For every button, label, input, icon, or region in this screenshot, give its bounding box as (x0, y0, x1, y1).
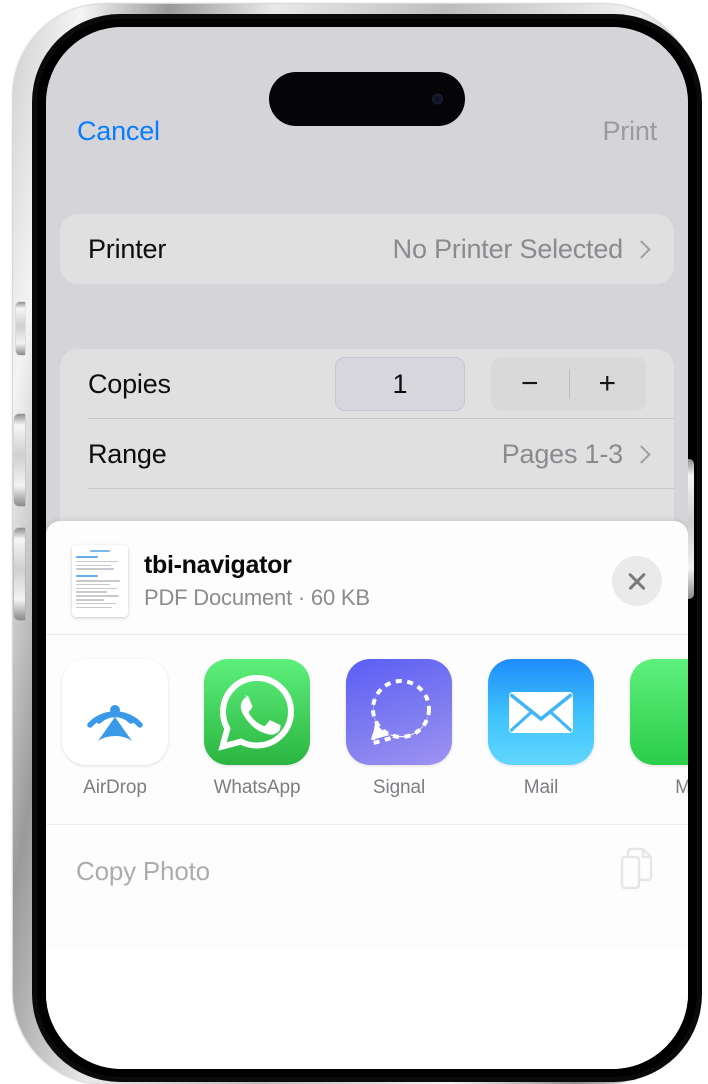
airdrop-icon (62, 659, 168, 765)
share-sheet: tbi-navigator PDF Document · 60 KB AirDr… (46, 521, 688, 1069)
share-target-label: Signal (372, 777, 426, 798)
mail-icon (488, 659, 594, 765)
share-target-signal[interactable]: Signal (346, 659, 452, 799)
copies-value-field[interactable]: 1 (335, 357, 465, 411)
close-icon (626, 570, 648, 592)
range-row-label: Range (88, 438, 167, 469)
chevron-right-icon (635, 240, 646, 259)
volume-up-button[interactable] (14, 414, 25, 506)
printer-row-right: No Printer Selected (393, 234, 646, 265)
phone-screen: Cancel Print Printer No Printer Selected (46, 27, 688, 1069)
copies-increment-button[interactable]: + (569, 357, 647, 411)
dynamic-island (269, 72, 465, 126)
printer-row-value: No Printer Selected (392, 233, 624, 264)
copies-controls: 1 − + (335, 357, 646, 411)
copies-row: Copies 1 − + (60, 349, 674, 419)
stepper-divider (568, 369, 570, 399)
share-apps-row[interactable]: AirDrop WhatsApp Signal Mail M (46, 635, 688, 825)
whatsapp-icon (204, 659, 310, 765)
share-target-label: AirDrop (83, 777, 147, 798)
share-sheet-header: tbi-navigator PDF Document · 60 KB (46, 521, 688, 635)
pdf-page-thumbnail (72, 544, 128, 617)
document-meta: tbi-navigator PDF Document · 60 KB (144, 551, 370, 611)
share-target-whatsapp[interactable]: WhatsApp (204, 659, 310, 799)
screenshot-root: Cancel Print Printer No Printer Selected (0, 0, 708, 1084)
printer-row[interactable]: Printer No Printer Selected (60, 214, 674, 284)
copy-documents-icon (618, 846, 658, 897)
document-subtitle: PDF Document · 60 KB (144, 584, 370, 610)
range-row[interactable]: Range Pages 1-3 (60, 419, 674, 489)
copies-stepper: − + (491, 357, 646, 411)
share-target-mail[interactable]: Mail (488, 659, 594, 799)
front-camera-icon (432, 93, 443, 105)
printer-card: Printer No Printer Selected (60, 214, 674, 284)
document-title: tbi-navigator (144, 550, 292, 579)
share-target-label: WhatsApp (213, 777, 301, 798)
range-row-right: Pages 1-3 (502, 439, 646, 470)
signal-icon (346, 659, 452, 765)
share-target-messages[interactable]: M (630, 659, 688, 799)
action-copy-photo[interactable]: Copy Photo (46, 825, 688, 917)
chevron-right-icon (635, 445, 646, 464)
cancel-button[interactable]: Cancel (77, 116, 160, 147)
printer-row-label: Printer (88, 233, 167, 264)
messages-icon (630, 659, 688, 765)
share-target-label: Mail (523, 777, 559, 798)
silent-switch-button[interactable] (16, 302, 25, 355)
volume-down-button[interactable] (14, 528, 25, 620)
phone-frame: Cancel Print Printer No Printer Selected (13, 4, 702, 1084)
close-button[interactable] (612, 555, 662, 606)
share-target-label: M (675, 777, 688, 798)
share-target-airdrop[interactable]: AirDrop (62, 659, 168, 799)
copies-decrement-button[interactable]: − (491, 357, 569, 411)
sheet-bottom-area (46, 949, 688, 1069)
action-label: Copy Photo (76, 855, 210, 886)
copies-row-label: Copies (88, 368, 171, 399)
range-row-value: Pages 1-3 (501, 438, 623, 469)
print-button[interactable]: Print (602, 116, 657, 147)
